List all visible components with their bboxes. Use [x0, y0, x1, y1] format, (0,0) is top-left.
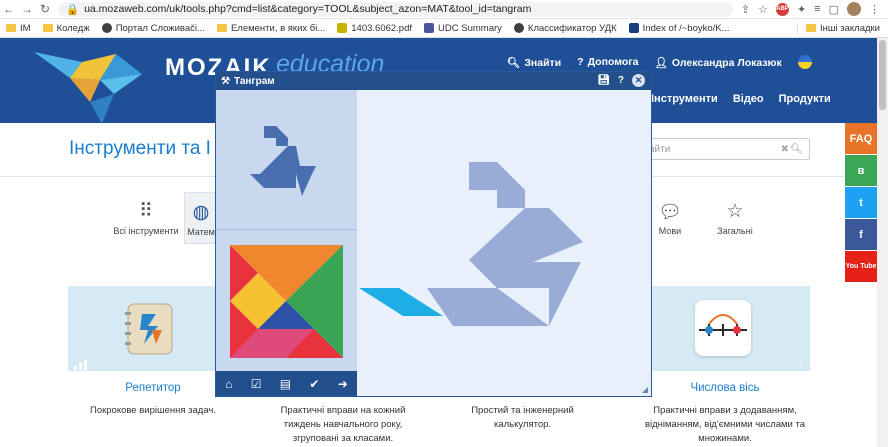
back-icon[interactable]: ← — [0, 2, 18, 16]
list-icon[interactable]: ▤ — [280, 377, 291, 391]
card-desc: Практичні вправи з додаванням, відніманн… — [644, 405, 806, 444]
bookmark-item[interactable]: UDC Summary — [424, 23, 502, 34]
bookmark-item[interactable]: Классификатор УДК — [513, 23, 617, 34]
share-icon[interactable]: ⇪ — [741, 3, 750, 16]
nav-tools[interactable]: Інструменти — [651, 93, 718, 105]
help-icon: ? — [577, 56, 584, 68]
site-icon — [513, 23, 524, 33]
browser-toolbar: ← → ↻ 🔒 ua.mozaweb.com/uk/tools.php?cmd=… — [0, 0, 888, 19]
save-icon[interactable]: 💾︎ — [597, 75, 610, 86]
reload-icon[interactable]: ↻ — [36, 2, 54, 16]
other-bookmarks[interactable]: Інші закладки — [797, 22, 880, 34]
adblock-icon[interactable]: ABP — [775, 2, 789, 16]
scrollbar[interactable] — [877, 38, 888, 447]
nav-video[interactable]: Відео — [733, 93, 764, 105]
dialog-toolbar: ⌂ ☑ ▤ ✔ ➜ — [216, 371, 357, 396]
card-menu-icon[interactable]: ⋮ — [796, 356, 806, 367]
extensions-icon[interactable]: ✦ — [797, 3, 806, 16]
url-text: ua.mozaweb.com/uk/tools.php?cmd=list&cat… — [84, 3, 532, 15]
menu-icon[interactable]: ⋮ — [869, 3, 880, 16]
bookmark-item[interactable]: Коледж — [42, 23, 90, 34]
facebook-icon[interactable]: f — [845, 219, 877, 250]
bookmark-item[interactable]: Портал Сложиваčі... — [101, 23, 205, 34]
number-line-card-image[interactable] — [695, 300, 751, 356]
tangram-canvas[interactable]: ◢ — [357, 90, 651, 396]
language-flag-icon[interactable] — [797, 55, 812, 69]
site-icon — [628, 23, 639, 33]
swan-silhouette-icon — [250, 126, 316, 196]
nav-products[interactable]: Продукти — [779, 93, 831, 105]
swan-target-outline — [359, 162, 583, 326]
blog-icon[interactable]: ʙ — [845, 155, 877, 186]
puzzle-sidebar — [216, 90, 357, 371]
forward-icon[interactable]: → — [18, 2, 36, 16]
resize-handle-icon[interactable]: ◢ — [642, 385, 648, 394]
globe-icon: ◍ — [192, 202, 210, 223]
search-input[interactable]: айти ✖ 🔍︎ — [640, 138, 810, 160]
profile-avatar[interactable] — [847, 2, 861, 16]
card-desc: Простий та інженерний калькулятор. — [471, 405, 574, 430]
card-title-number-line[interactable]: Числова вісь — [670, 382, 780, 394]
category-math[interactable]: ◍ Матем — [184, 192, 218, 244]
twitter-icon[interactable]: t — [845, 187, 877, 218]
scrollbar-thumb[interactable] — [879, 40, 886, 110]
user-icon: 👤︎ — [654, 56, 668, 69]
lock-icon: 🔒 — [66, 3, 80, 16]
folder-icon — [216, 24, 227, 32]
card-desc: Покрокове вирішення задач. — [89, 405, 217, 416]
home-icon[interactable]: ⌂ — [225, 377, 232, 391]
user-link[interactable]: 👤︎ Олександра Локазюк — [654, 56, 781, 69]
hummingbird-logo-icon — [34, 52, 142, 124]
puzzle-preview[interactable] — [216, 90, 357, 230]
youtube-icon[interactable]: You Tube — [845, 251, 877, 282]
search-link[interactable]: 🔍︎ Знайти — [507, 56, 561, 69]
faq-icon[interactable]: FAQ — [845, 123, 877, 154]
next-arrow-icon[interactable]: ➜ — [338, 377, 348, 391]
category-all-tools[interactable]: ⠿ Всі інструменти — [112, 200, 180, 236]
search-icon[interactable]: 🔍︎ — [790, 144, 803, 155]
site-icon — [101, 23, 112, 33]
check-icon[interactable]: ✔ — [309, 377, 319, 391]
help-icon[interactable]: ? — [618, 75, 624, 86]
bookmark-item[interactable]: Елементи, в яких бі... — [216, 23, 325, 34]
clear-icon[interactable]: ✖ — [781, 144, 789, 155]
sidebar-icon[interactable]: ▢ — [829, 3, 839, 16]
bookmark-item[interactable]: IM — [6, 23, 31, 34]
close-icon[interactable]: ✕ — [632, 74, 645, 87]
site-icon — [424, 23, 435, 33]
media-icon[interactable]: ≡ — [814, 3, 820, 15]
checklist-icon[interactable]: ☑ — [251, 377, 262, 391]
card-title-repetitor[interactable]: Репетитор — [103, 382, 203, 394]
bookmark-item[interactable]: Index of /~boyko/K... — [628, 23, 730, 34]
folder-icon — [42, 24, 53, 32]
page-title: Інструменти та І — [69, 138, 211, 159]
dialog-title: Тангpам — [233, 75, 275, 87]
hammer-icon: ⚒ — [221, 75, 230, 87]
category-general[interactable]: ☆ Загальні — [712, 200, 758, 236]
speech-icon: 💬︎ — [657, 202, 683, 223]
folder-icon — [806, 24, 816, 32]
tangram-square-icon — [230, 245, 343, 358]
grid-icon: ⠿ — [139, 201, 153, 222]
help-link[interactable]: ? Допомога — [577, 56, 638, 68]
star-icon: ☆ — [726, 201, 744, 222]
category-languages[interactable]: 💬︎ Мови — [652, 200, 688, 236]
tangram-dialog: ⚒ Тангpам 💾︎ ? ✕ ⌂ ☑ ▤ ✔ ➜ ◢ — [215, 71, 652, 397]
site-icon — [337, 23, 348, 33]
folder-icon — [6, 24, 16, 32]
bookmark-star-icon[interactable]: ☆ — [758, 3, 768, 16]
address-bar[interactable]: 🔒 ua.mozaweb.com/uk/tools.php?cmd=list&c… — [58, 1, 733, 17]
card-desc: Практичні вправи на кожний тиждень навча… — [280, 405, 406, 444]
bar-chart-icon — [74, 357, 88, 370]
dialog-titlebar[interactable]: ⚒ Тангpам 💾︎ ? ✕ — [216, 72, 651, 90]
bookmark-item[interactable]: 1403.6062.pdf — [337, 23, 412, 34]
bookmarks-bar: IM Коледж Портал Сложиваčі... Елементи, … — [0, 19, 888, 38]
repetitor-card-image[interactable] — [122, 300, 178, 356]
search-icon: 🔍︎ — [507, 56, 521, 69]
tangram-pieces-preview[interactable] — [216, 231, 357, 371]
